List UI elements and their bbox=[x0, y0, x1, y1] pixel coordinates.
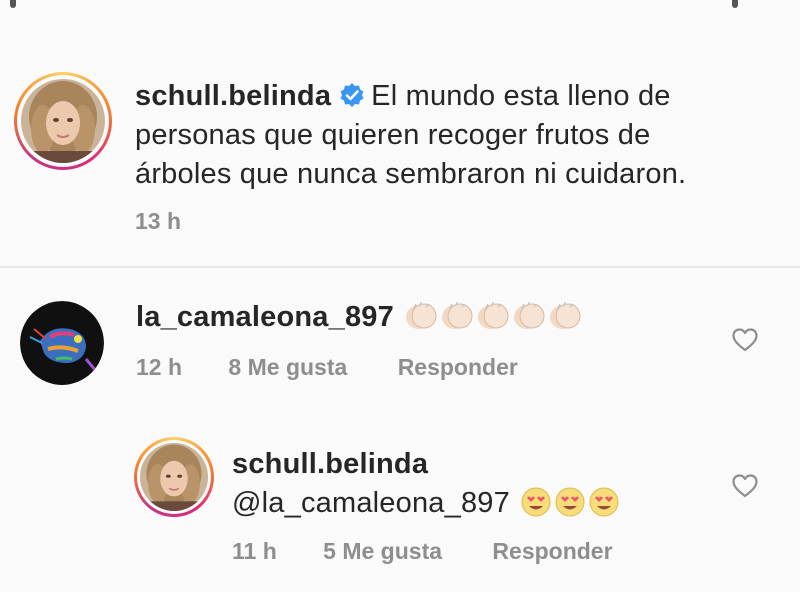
caption-line-1: El mundo esta lleno de bbox=[371, 80, 671, 112]
likes-count[interactable]: 5 Me gusta bbox=[323, 538, 442, 565]
menu-fragment bbox=[732, 0, 738, 8]
profile-photo-icon bbox=[21, 79, 105, 163]
chameleon-avatar-icon bbox=[20, 301, 104, 385]
top-bar-edge bbox=[0, 0, 800, 14]
avatar[interactable] bbox=[20, 301, 104, 385]
heart-icon[interactable] bbox=[732, 328, 758, 352]
reply-button[interactable]: Responder bbox=[398, 354, 518, 381]
profile-photo-icon bbox=[140, 443, 208, 511]
clapping-hands-emoji bbox=[514, 301, 545, 329]
story-ring[interactable] bbox=[14, 72, 112, 170]
avatar[interactable] bbox=[21, 79, 105, 163]
comment-timestamp: 12 h bbox=[136, 354, 183, 380]
clapping-hands-emoji bbox=[550, 301, 581, 329]
heart-eyes-emojis bbox=[520, 487, 622, 519]
reply-button[interactable]: Responder bbox=[492, 538, 612, 565]
back-arrow-fragment bbox=[10, 0, 16, 8]
divider bbox=[0, 266, 800, 268]
mention-link[interactable]: @la_camaleona_897 bbox=[232, 487, 510, 519]
heart-icon[interactable] bbox=[732, 474, 758, 498]
reply-meta: 11 h 5 Me gusta Responder bbox=[232, 538, 613, 565]
caption-text: schull.belinda El mundo esta lleno de per… bbox=[135, 77, 775, 194]
heart-eyes-emoji bbox=[589, 487, 619, 517]
caption-line-3: árboles que nunca sembraron ni cuidaron. bbox=[135, 158, 687, 190]
reply-username[interactable]: schull.belinda bbox=[232, 445, 622, 484]
clapping-hands-emoji bbox=[478, 301, 509, 329]
verified-badge-icon bbox=[340, 83, 364, 107]
avatar[interactable] bbox=[140, 443, 208, 511]
story-ring[interactable] bbox=[134, 437, 214, 517]
post-timestamp: 13 h bbox=[135, 208, 182, 234]
clap-emojis bbox=[404, 301, 584, 333]
heart-eyes-emoji bbox=[555, 487, 585, 517]
caption-line-2: personas que quieren recoger frutos de bbox=[135, 119, 651, 151]
comment-username[interactable]: la_camaleona_897 bbox=[136, 301, 394, 333]
comment-text: la_camaleona_897 bbox=[136, 298, 584, 337]
reply-timestamp: 11 h bbox=[232, 538, 277, 564]
likes-count[interactable]: 8 Me gusta bbox=[228, 354, 347, 381]
heart-eyes-emoji bbox=[521, 487, 551, 517]
post-meta: 13 h bbox=[135, 208, 181, 235]
reply-text: schull.belinda @la_camaleona_897 bbox=[232, 445, 622, 523]
post-username[interactable]: schull.belinda bbox=[135, 80, 331, 112]
clapping-hands-emoji bbox=[406, 301, 437, 329]
clapping-hands-emoji bbox=[442, 301, 473, 329]
comment-meta: 12 h 8 Me gusta Responder bbox=[136, 354, 518, 381]
